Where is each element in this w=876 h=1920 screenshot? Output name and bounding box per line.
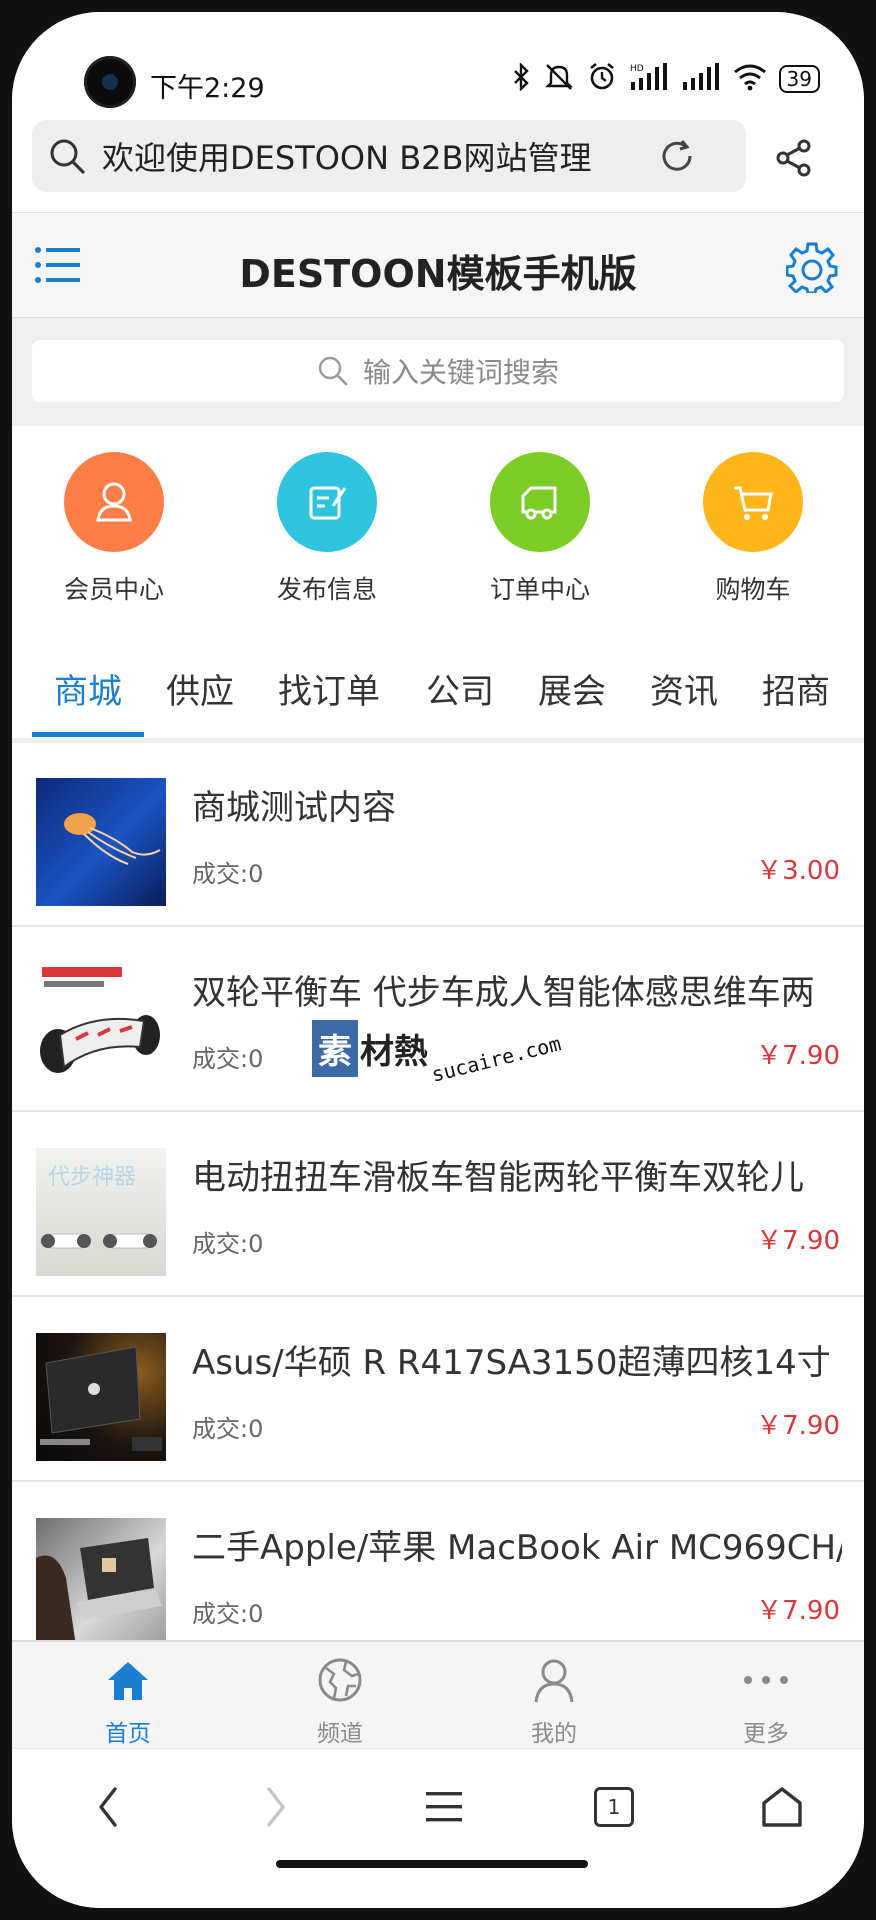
product-list: 商城测试内容 成交:0 ￥3.00 双轮平衡车 代步车成人智能体感思维车两 成交… xyxy=(12,742,864,1667)
quick-link-label: 购物车 xyxy=(715,575,791,604)
search-placeholder: 输入关键词搜索 xyxy=(362,356,559,389)
product-price: ￥3.00 xyxy=(756,856,840,886)
nav-label: 我的 xyxy=(531,1721,577,1747)
product-title[interactable]: Asus/华硕 R R417SA3150超薄四核14寸 xyxy=(192,1335,842,1384)
product-price: ￥7.90 xyxy=(756,1226,840,1256)
tabs-icon[interactable]: 1 xyxy=(584,1777,644,1837)
camera-cutout xyxy=(84,56,136,108)
gear-icon[interactable] xyxy=(785,241,838,295)
nav-home[interactable]: 首页 xyxy=(68,1656,188,1748)
tab-orders[interactable]: 找订单 xyxy=(278,664,380,713)
active-tab-indicator xyxy=(32,732,144,737)
quick-link-publish[interactable]: 发布信息 xyxy=(247,452,407,606)
nav-label: 首页 xyxy=(105,1721,151,1747)
browser-toolbar: 1 xyxy=(12,1748,864,1908)
tab-supply[interactable]: 供应 xyxy=(166,664,234,713)
user-icon xyxy=(534,1659,574,1703)
product-thumbnail[interactable] xyxy=(36,1333,166,1461)
screen: 下午2:29 HD 39 欢迎使用DESTOON B2B网站管理 DESTOON… xyxy=(12,12,864,1908)
bottom-nav: 首页 频道 我的 更多 xyxy=(12,1640,864,1750)
list-item[interactable]: Asus/华硕 R R417SA3150超薄四核14寸 成交:0 ￥7.90 xyxy=(12,1297,864,1482)
product-sales: 成交:0 xyxy=(192,1045,264,1073)
quick-link-label: 会员中心 xyxy=(63,575,164,604)
product-thumbnail[interactable] xyxy=(36,963,166,1091)
product-price: ￥7.90 xyxy=(756,1041,840,1071)
watermark: 素 材熱 sucaire.com xyxy=(312,1020,563,1086)
list-item[interactable]: 代步神器 电动扭扭车滑板车智能两轮平衡车双轮儿 成交:0 ￥7.90 xyxy=(12,1112,864,1297)
list-item[interactable]: 商城测试内容 成交:0 ￥3.00 xyxy=(12,742,864,927)
product-title[interactable]: 电动扭扭车滑板车智能两轮平衡车双轮儿 xyxy=(192,1150,842,1199)
search-icon xyxy=(32,137,102,175)
nav-label: 频道 xyxy=(317,1721,363,1747)
hd-label: HD xyxy=(630,64,644,74)
alarm-icon xyxy=(587,62,617,96)
tab-expo[interactable]: 展会 xyxy=(538,664,606,713)
phone-frame: 下午2:29 HD 39 欢迎使用DESTOON B2B网站管理 DESTOON… xyxy=(0,0,876,1920)
nav-label: 更多 xyxy=(743,1721,789,1747)
watermark-box: 素 xyxy=(312,1020,358,1077)
back-icon[interactable] xyxy=(78,1777,138,1837)
tab-mall[interactable]: 商城 xyxy=(54,664,122,713)
product-sales: 成交:0 xyxy=(192,1415,264,1443)
nav-more[interactable]: 更多 xyxy=(706,1656,826,1748)
nav-channel[interactable]: 频道 xyxy=(280,1656,400,1748)
site-header: DESTOON模板手机版 xyxy=(12,212,864,319)
more-icon xyxy=(744,1676,788,1684)
tab-count: 1 xyxy=(594,1787,634,1827)
product-sales: 成交:0 xyxy=(192,1230,264,1258)
status-bar: 下午2:29 HD 39 xyxy=(12,12,864,122)
product-price: ￥7.90 xyxy=(756,1411,840,1441)
product-thumbnail[interactable] xyxy=(36,778,166,906)
status-icons: HD 39 xyxy=(513,62,820,96)
product-price: ￥7.90 xyxy=(756,1596,840,1626)
tab-company[interactable]: 公司 xyxy=(426,664,494,713)
menu-icon[interactable] xyxy=(414,1777,474,1837)
truck-icon xyxy=(490,452,590,552)
wifi-icon xyxy=(733,63,767,95)
product-title[interactable]: 商城测试内容 xyxy=(192,780,842,829)
edit-icon xyxy=(277,452,377,552)
nav-mine[interactable]: 我的 xyxy=(494,1656,614,1748)
search-input[interactable]: 输入关键词搜索 xyxy=(32,340,844,402)
category-tabs: 商城 供应 找订单 公司 展会 资讯 招商 xyxy=(12,644,864,743)
home-indicator[interactable] xyxy=(276,1860,588,1868)
globe-icon xyxy=(318,1658,362,1702)
browser-url-bar[interactable]: 欢迎使用DESTOON B2B网站管理 xyxy=(32,120,746,192)
signal-icon xyxy=(681,62,721,96)
status-time: 下午2:29 xyxy=(150,73,265,104)
home-icon xyxy=(108,1662,148,1700)
product-title[interactable]: 双轮平衡车 代步车成人智能体感思维车两 xyxy=(192,965,842,1014)
tab-news[interactable]: 资讯 xyxy=(650,664,718,713)
quick-links: 会员中心 发布信息 订单中心 购物车 xyxy=(12,452,864,622)
search-icon xyxy=(318,356,348,386)
product-title[interactable]: 二手Apple/苹果 MacBook Air MC969CH/ xyxy=(192,1520,842,1569)
product-thumbnail[interactable] xyxy=(36,1518,166,1646)
share-icon[interactable] xyxy=(774,138,814,178)
browser-home-icon[interactable] xyxy=(752,1777,812,1837)
page-title: DESTOON模板手机版 xyxy=(239,252,637,296)
product-sales: 成交:0 xyxy=(192,860,264,888)
cart-icon xyxy=(703,452,803,552)
battery-indicator: 39 xyxy=(778,65,820,93)
url-text[interactable]: 欢迎使用DESTOON B2B网站管理 xyxy=(102,133,642,179)
product-thumbnail[interactable]: 代步神器 xyxy=(36,1148,166,1276)
search-area: 输入关键词搜索 xyxy=(12,318,864,426)
reload-icon[interactable] xyxy=(642,137,712,175)
bluetooth-icon xyxy=(513,62,531,95)
quick-link-cart[interactable]: 购物车 xyxy=(673,452,833,606)
forward-icon[interactable] xyxy=(246,1777,306,1837)
quick-link-orders[interactable]: 订单中心 xyxy=(460,452,620,606)
thumb-text: 代步神器 xyxy=(48,1165,136,1190)
quick-link-member[interactable]: 会员中心 xyxy=(34,452,194,606)
watermark-text: 材熱 xyxy=(360,1032,428,1072)
user-icon xyxy=(64,452,164,552)
tab-invest[interactable]: 招商 xyxy=(762,664,830,713)
signal-hd-icon: HD xyxy=(629,62,669,96)
quick-link-label: 发布信息 xyxy=(276,575,377,604)
quick-link-label: 订单中心 xyxy=(489,575,590,604)
product-sales: 成交:0 xyxy=(192,1600,264,1628)
mute-icon xyxy=(543,63,575,95)
